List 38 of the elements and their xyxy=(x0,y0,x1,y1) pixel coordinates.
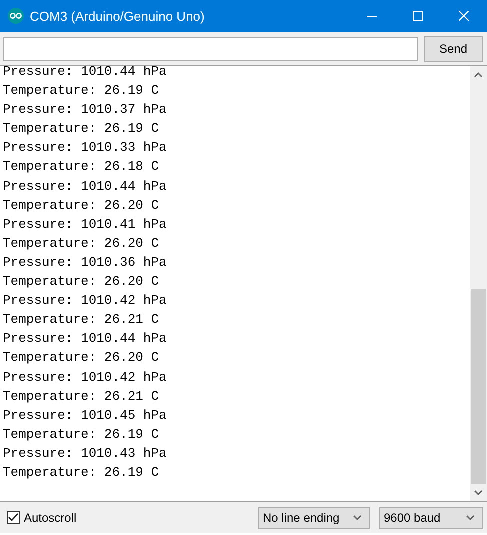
output-line: Temperature: 26.20 C xyxy=(3,196,160,215)
baud-rate-dropdown[interactable]: 9600 baud xyxy=(379,506,483,528)
output-line: Temperature: 26.19 C xyxy=(3,426,160,444)
scroll-up-icon xyxy=(474,72,483,78)
autoscroll-label: Autoscroll xyxy=(24,510,77,524)
output-line: Pressure: 1010.36 hPa xyxy=(3,254,168,272)
output-line: Temperature: 26.20 C xyxy=(3,234,160,253)
output-line: Temperature: 26.20 C xyxy=(3,349,160,368)
output-line: Pressure: 1010.41 hPa xyxy=(3,216,168,234)
output-line: Temperature: 26.21 C xyxy=(3,388,160,406)
window-title: COM3 (Arduino/Genuino Uno) xyxy=(30,8,206,24)
scroll-down-icon xyxy=(474,490,483,496)
output-line: Pressure: 1010.42 hPa xyxy=(3,292,168,310)
checkmark-icon xyxy=(8,513,19,522)
message-field[interactable] xyxy=(3,37,418,61)
maximize-icon xyxy=(413,11,423,21)
output-line: Temperature: 26.21 C xyxy=(3,311,160,330)
output-line: Pressure: 1010.42 hPa xyxy=(3,368,168,386)
send-button[interactable]: Send xyxy=(424,36,483,62)
output-line: Pressure: 1010.45 hPa xyxy=(3,406,168,425)
output-line: Temperature: 26.18 C xyxy=(3,158,160,176)
output-line: Pressure: 1010.33 hPa xyxy=(3,139,168,158)
output-line: Temperature: 26.19 C xyxy=(3,82,160,100)
dropdown-caret-icon xyxy=(353,514,362,520)
dropdown-caret-icon xyxy=(466,514,475,520)
scrollbar-thumb[interactable] xyxy=(471,289,486,484)
output-line: Pressure: 1010.44 hPa xyxy=(3,330,168,348)
output-line: Temperature: 26.19 C xyxy=(3,464,160,482)
line-ending-dropdown[interactable]: No line ending xyxy=(258,506,370,528)
vertical-scrollbar[interactable] xyxy=(470,66,487,501)
output-line: Temperature: 26.20 C xyxy=(3,273,160,292)
app-logo-icon xyxy=(8,8,24,24)
output-line: Pressure: 1010.37 hPa xyxy=(3,101,168,120)
output-line: Pressure: 1010.43 hPa xyxy=(3,444,168,463)
close-icon xyxy=(459,11,469,21)
autoscroll-checkbox[interactable] xyxy=(7,511,20,524)
output-line: Temperature: 26.19 C xyxy=(3,120,160,138)
output-line: Pressure: 1010.44 hPa xyxy=(3,178,168,196)
